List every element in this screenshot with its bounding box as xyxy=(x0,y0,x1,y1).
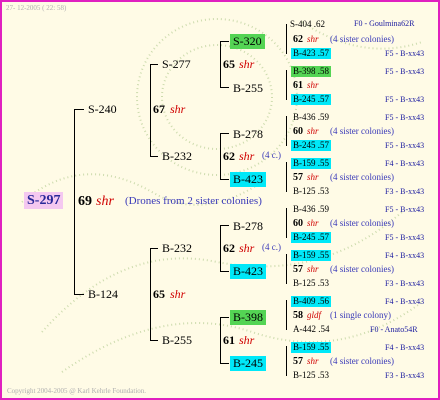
gen4-num-2: 60 xyxy=(293,126,303,137)
gen4-r3-4: F5 - B-xx43 xyxy=(385,233,425,242)
gen1-id-1[interactable]: B-124 xyxy=(88,288,118,300)
gen2-num-1: 62 xyxy=(223,149,235,163)
gen4-dam-7[interactable]: B-125 .53 xyxy=(293,371,329,380)
gen4-race-0: shr xyxy=(307,34,319,44)
gen4-r1-6: F4 - B-xx43 xyxy=(385,297,425,306)
gen4-sire-7[interactable]: B-159 .55 xyxy=(291,342,331,353)
gen4-num-5: 57 xyxy=(293,264,303,275)
gen4-r3-3: F3 - B-xx43 xyxy=(385,187,425,196)
gen1-id-0[interactable]: S-240 xyxy=(88,103,117,115)
gen3-id-0[interactable]: S-320 xyxy=(230,34,265,49)
gen4-race-3: shr xyxy=(307,172,319,182)
gen4-sire-4[interactable]: B-436 .59 xyxy=(293,205,329,214)
gen1-race-1: shr xyxy=(170,287,186,301)
gen4-r3-2: F5 - B-xx43 xyxy=(385,141,425,150)
gen4-r3-0: F5 - B-xx43 xyxy=(385,49,425,58)
pedigree-frame: 27- 12-2005 ( 22: 58) Copyright 2004-200… xyxy=(0,0,440,400)
gen4-num-1: 61 xyxy=(293,80,303,91)
gen2-race-1: shr xyxy=(239,149,255,163)
gen2-num-2: 62 xyxy=(223,241,235,255)
gen4-num-3: 57 xyxy=(293,172,303,183)
copyright: Copyright 2004-2005 @ Karl Kehrle Founda… xyxy=(7,387,147,395)
gen3-id-1[interactable]: B-255 xyxy=(233,82,263,94)
gen2-race-3: shr xyxy=(239,333,255,347)
gen4-num-6: 58 xyxy=(293,310,303,321)
root-race: shr xyxy=(96,194,114,209)
gen4-r1-2: F5 - B-xx43 xyxy=(385,113,425,122)
date-stamp: 27- 12-2005 ( 22: 58) xyxy=(6,4,67,12)
gen4-r1-3: F4 - B-xx43 xyxy=(385,159,425,168)
gen2-note-1: (4 c.) xyxy=(262,150,281,160)
gen4-r1-7: F4 - B-xx43 xyxy=(385,343,425,352)
gen4-dam-3[interactable]: B-125 .53 xyxy=(293,187,329,196)
gen4-sire-6[interactable]: B-409 .56 xyxy=(291,296,331,307)
gen2-id-1[interactable]: B-232 xyxy=(162,150,192,162)
gen4-race-7: shr xyxy=(307,356,319,366)
gen4-note-2: (4 sister colonies) xyxy=(330,126,394,136)
gen4-r3-5: F3 - B-xx43 xyxy=(385,279,425,288)
gen4-race-6: gldf xyxy=(307,310,322,320)
gen4-note-5: (4 sister colonies) xyxy=(330,264,394,274)
gen4-dam-2[interactable]: B-245 .57 xyxy=(291,140,331,151)
gen4-num-4: 60 xyxy=(293,218,303,229)
gen4-sire-2[interactable]: B-436 .59 xyxy=(293,113,329,122)
gen4-dam-1[interactable]: B-245 .57 xyxy=(291,94,331,105)
gen2-race-2: shr xyxy=(239,241,255,255)
gen4-r3-7: F3 - B-xx43 xyxy=(385,371,425,380)
gen3-id-7[interactable]: B-245 xyxy=(230,356,266,371)
gen4-dam-0[interactable]: B-423 .57 xyxy=(291,48,331,59)
gen2-note-2: (4 c.) xyxy=(262,242,281,252)
gen2-num-3: 61 xyxy=(223,333,235,347)
gen3-id-3[interactable]: B-423 xyxy=(230,172,266,187)
gen2-id-0[interactable]: S-277 xyxy=(162,58,191,70)
gen1-num-1: 65 xyxy=(153,287,165,301)
gen4-num-0: 62 xyxy=(293,34,303,45)
gen4-race-5: shr xyxy=(307,264,319,274)
root-note: (Drones from 2 sister colonies) xyxy=(125,195,262,207)
gen2-id-3[interactable]: B-255 xyxy=(162,334,192,346)
gen4-note-6: (1 single colony) xyxy=(330,310,391,320)
gen4-note-0: (4 sister colonies) xyxy=(330,34,394,44)
root-num: 69 xyxy=(78,194,92,209)
gen4-note-4: (4 sister colonies) xyxy=(330,218,394,228)
gen3-id-4[interactable]: B-278 xyxy=(233,220,263,232)
gen2-id-2[interactable]: B-232 xyxy=(162,242,192,254)
gen4-r3-6: F0 - Anato54R xyxy=(370,325,418,334)
gen4-r1-0: F0 - Goulmina62R xyxy=(354,19,415,28)
gen4-dam-5[interactable]: B-125 .53 xyxy=(293,279,329,288)
gen3-id-5[interactable]: B-423 xyxy=(230,264,266,279)
gen4-race-4: shr xyxy=(307,218,319,228)
gen4-sire-3[interactable]: B-159 .55 xyxy=(291,158,331,169)
gen4-dam-4[interactable]: B-245 .57 xyxy=(291,232,331,243)
gen4-r1-5: F4 - B-xx43 xyxy=(385,251,425,260)
gen4-num-7: 57 xyxy=(293,356,303,367)
gen3-id-2[interactable]: B-278 xyxy=(233,128,263,140)
gen4-race-1: shr xyxy=(307,80,319,90)
root-queen-id[interactable]: S-297 xyxy=(24,192,64,209)
gen4-race-2: shr xyxy=(307,126,319,136)
gen4-sire-1[interactable]: B-398 .58 xyxy=(291,66,331,77)
gen4-r1-1: F5 - B-xx43 xyxy=(385,67,425,76)
gen4-sire-5[interactable]: B-159 .55 xyxy=(291,250,331,261)
gen4-note-7: (4 sister colonies) xyxy=(330,356,394,366)
gen4-note-3: (4 sister colonies) xyxy=(330,172,394,182)
gen4-r1-4: F5 - B-xx43 xyxy=(385,205,425,214)
gen3-id-6[interactable]: B-398 xyxy=(230,310,266,325)
gen4-r3-1: F5 - B-xx43 xyxy=(385,95,425,104)
gen1-race-0: shr xyxy=(170,102,186,116)
gen1-num-0: 67 xyxy=(153,102,165,116)
gen2-num-0: 65 xyxy=(223,57,235,71)
gen2-race-0: shr xyxy=(239,57,255,71)
gen4-dam-6[interactable]: A-442 .54 xyxy=(293,325,330,334)
gen4-sire-0[interactable]: S-404 .62 xyxy=(290,20,325,29)
